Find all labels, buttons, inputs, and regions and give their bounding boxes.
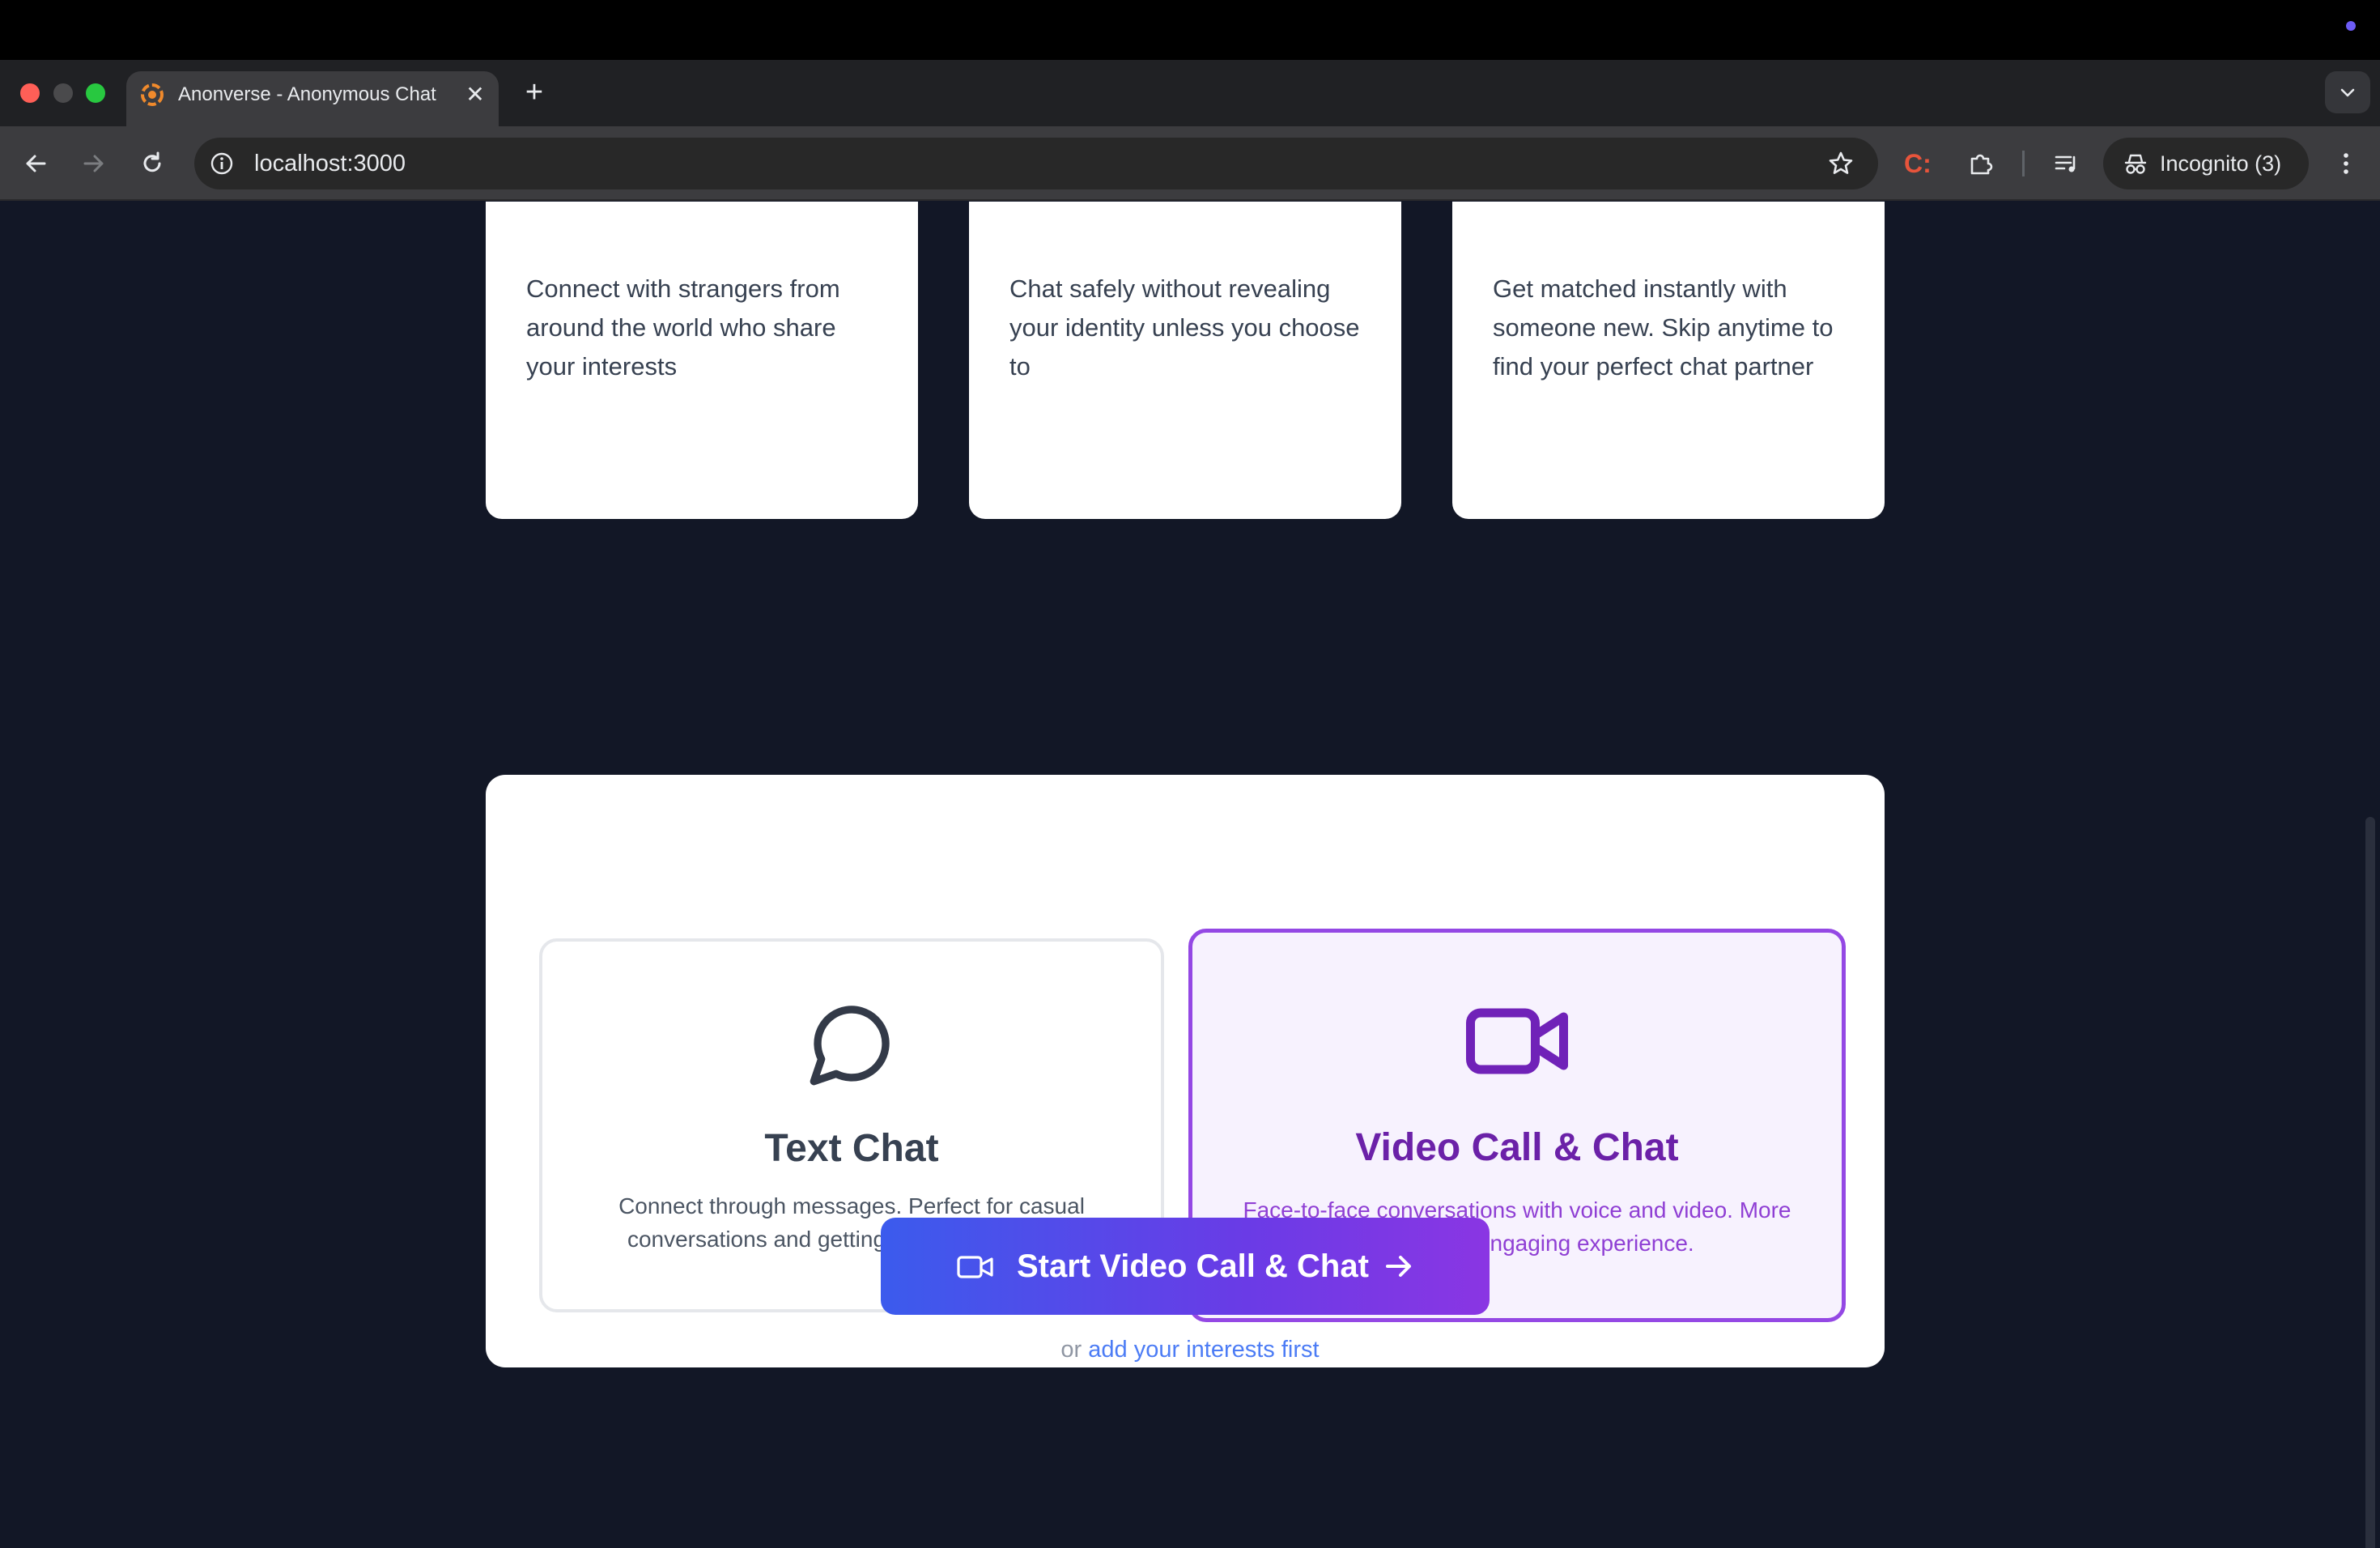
arrow-right-icon	[1386, 1256, 1411, 1277]
text-chat-title: Text Chat	[764, 1127, 939, 1170]
extensions-puzzle-icon[interactable]	[1964, 147, 1996, 180]
minimize-window-button[interactable]	[53, 83, 73, 103]
back-arrow-icon[interactable]	[19, 147, 52, 180]
alt-interests-line: or add your interests first	[0, 1333, 2380, 1366]
system-menubar	[0, 0, 2380, 60]
feature-card-global: Connect with strangers from around the w…	[486, 202, 918, 519]
incognito-label: Incognito (3)	[2160, 151, 2282, 176]
site-info-icon[interactable]	[207, 149, 236, 178]
feature-description: Chat safely without revealing your ident…	[1009, 274, 1360, 381]
incognito-icon	[2124, 154, 2147, 174]
video-camera-icon	[957, 1256, 993, 1278]
extension-c-icon[interactable]: C:	[1904, 147, 1936, 180]
alt-prefix: or	[1060, 1337, 1082, 1363]
chevron-down-icon	[2340, 88, 2355, 97]
start-chat-label: Start Video Call & Chat	[1017, 1248, 1369, 1284]
media-control-icon[interactable]	[2050, 147, 2082, 180]
toolbar-separator	[2022, 151, 2025, 176]
maximize-window-button[interactable]	[86, 83, 105, 103]
page-viewport: Connect with strangers from around the w…	[0, 202, 2380, 1548]
status-dot	[2346, 21, 2356, 31]
url-text[interactable]: localhost:3000	[254, 149, 406, 178]
close-window-button[interactable]	[20, 83, 40, 103]
feature-description: Connect with strangers from around the w…	[526, 274, 840, 381]
add-interests-link[interactable]: add your interests first	[1088, 1337, 1319, 1363]
page-scrollbar[interactable]	[2365, 817, 2375, 1548]
chat-bubble-icon	[810, 1006, 890, 1086]
feature-card-instant: Get matched instantly with someone new. …	[1452, 202, 1885, 519]
reload-icon[interactable]	[136, 147, 168, 180]
more-menu-icon[interactable]	[2330, 147, 2362, 180]
video-chat-title: Video Call & Chat	[1355, 1126, 1679, 1169]
feature-card-privacy: Chat safely without revealing your ident…	[969, 202, 1401, 519]
bookmark-star-icon[interactable]	[1825, 147, 1857, 180]
tab-close-icon[interactable]: ✕	[461, 81, 489, 108]
forward-arrow-icon[interactable]	[78, 147, 110, 180]
video-camera-icon	[1466, 1008, 1568, 1074]
address-bar[interactable]	[194, 138, 1878, 189]
tab-search-button[interactable]	[2325, 71, 2370, 113]
favicon-icon	[141, 83, 164, 106]
start-chat-button[interactable]: Start Video Call & Chat	[881, 1218, 1490, 1315]
tab-title: Anonverse - Anonymous Chat	[178, 83, 436, 105]
new-tab-icon[interactable]: +	[520, 77, 549, 108]
feature-description: Get matched instantly with someone new. …	[1493, 274, 1834, 381]
